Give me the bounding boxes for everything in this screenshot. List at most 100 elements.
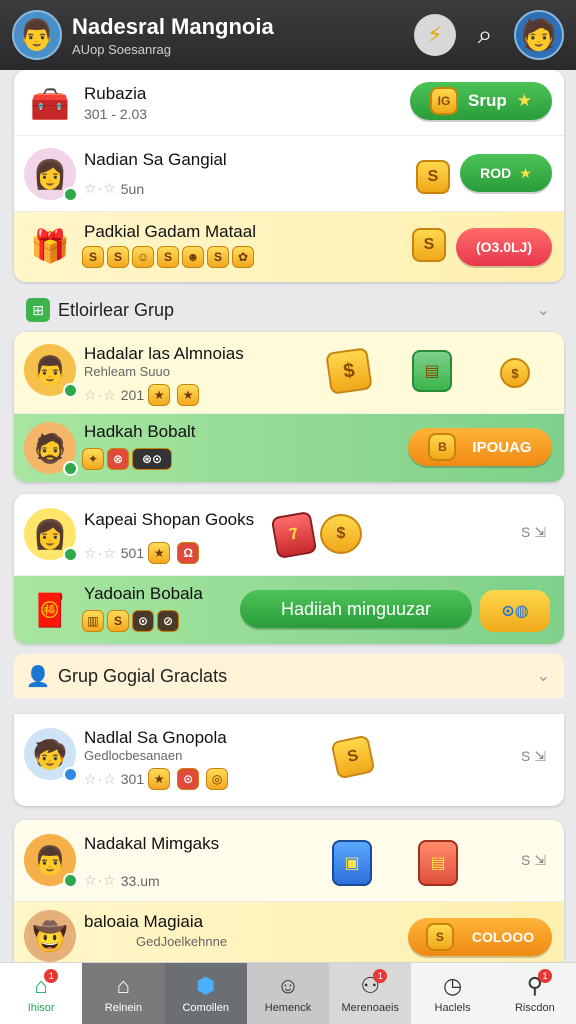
coin-icon: Ω	[177, 542, 200, 564]
smile-icon: ☺	[276, 973, 300, 998]
star-icon: ★	[148, 768, 171, 790]
avatar: 👩	[24, 508, 78, 562]
coin-icon: S	[207, 246, 229, 268]
nav-haclels[interactable]: ◷ Haclels	[411, 963, 493, 1024]
list-item[interactable]: 👩 Nadian Sa Gangial ☆·☆ 5un S ROD ★	[14, 136, 564, 212]
nav-riscdon[interactable]: ⚲ Riscdon 1	[494, 963, 576, 1024]
item-name: Padkial Gadam Mataal	[84, 222, 256, 241]
list-item[interactable]: 🎁 Padkial Gadam Mataal S S ☺ S ☻ S ✿ S (O3.0LJ…	[14, 212, 564, 282]
item-name: Kapeai Shopan Gooks	[84, 510, 255, 529]
reward-icons: ▥ S ⊙ ⊘	[82, 610, 182, 632]
claim-button[interactable]: (O3.0LJ)	[456, 228, 552, 266]
coin-icon: ✦	[82, 448, 104, 470]
coin-icon: S	[412, 228, 446, 262]
claim-button[interactable]: B IPOUAG	[408, 428, 552, 466]
coin-icon: ⊙	[132, 610, 154, 632]
search-icon[interactable]: ⌕	[464, 14, 506, 56]
chevron-right-icon[interactable]: S ⇲	[521, 852, 546, 869]
rating-stars: ☆·☆	[84, 180, 117, 196]
top-app-bar: 👨 Nadesral Mangnoia AUop Soesanrag ⚡ ⌕ 🧑	[0, 0, 576, 70]
item-sub: GedJoelkehnne	[136, 934, 228, 949]
group-card: 👨 Nadakal Mimgaks ☆·☆ 33.um ▣ ▤ S ⇲ 🤠 bal…	[14, 820, 564, 962]
coin-icon: B	[428, 433, 457, 461]
profile-avatar[interactable]: 👨	[12, 10, 62, 60]
coin-icon: S	[157, 246, 179, 268]
chevron-right-icon[interactable]: S ⇲	[521, 748, 546, 765]
content-feed[interactable]: 🧰 Rubazia 301 - 2.03 IG Srup ★ 👩 Nadian …	[0, 70, 576, 962]
gift-box-icon: 7	[270, 510, 318, 560]
app-subtitle: AUop Soesanrag	[72, 41, 172, 57]
item-meta: ☆·☆ 501 ★ Ω	[84, 542, 202, 564]
header-text: Nadesral Mangnoia AUop Soesanrag	[72, 14, 414, 57]
section-header[interactable]: 👤 Grup Gogial Graclats ⌄	[14, 654, 564, 698]
avatar: 👨	[24, 344, 78, 398]
nav-merenoaeis[interactable]: ⚇ Merenoaeis 1	[329, 963, 412, 1024]
section-header[interactable]: ⊞ Etloirlear Grup ⌄	[14, 288, 564, 332]
chevron-down-icon[interactable]: ⌄	[537, 300, 550, 320]
nav-home[interactable]: ⌂ Ihisor 1	[0, 963, 83, 1024]
claim-button[interactable]: S COLOOO	[408, 918, 552, 956]
item-name: Hadkah Bobalt	[84, 422, 196, 441]
chat-bubble-icon[interactable]: ⊙◍	[480, 590, 550, 632]
nav-comollen[interactable]: ⬢ Comollen	[164, 963, 247, 1024]
list-item[interactable]: 🧧 Yadoain Bobala ▥ S ⊙ ⊘ Hadiiah minguuzar …	[14, 576, 564, 644]
list-item[interactable]: 👨 Nadakal Mimgaks ☆·☆ 33.um ▣ ▤ S ⇲	[14, 820, 564, 902]
coin-icon: ⊗	[107, 448, 129, 470]
nav-label: Haclels	[434, 1002, 471, 1014]
join-button[interactable]: IG Srup ★	[410, 82, 552, 120]
treasure-chest-icon: 🧰	[30, 86, 70, 122]
coin-icon: $	[500, 358, 530, 388]
nav-label: Merenoaeis	[341, 1002, 399, 1014]
rating-stars: ☆·☆	[84, 544, 117, 561]
nav-hemenck[interactable]: ☺ Hemenck	[246, 963, 330, 1024]
clock-icon: ◷	[442, 973, 463, 998]
tablet-icon: ▤	[418, 840, 458, 886]
reward-button[interactable]: Hadiiah minguuzar	[240, 590, 472, 628]
reward-button[interactable]: ROD ★	[460, 154, 552, 192]
star-icon: ★	[148, 384, 171, 406]
group-card: 🧰 Rubazia 301 - 2.03 IG Srup ★ 👩 Nadian …	[14, 70, 564, 282]
item-meta: ☆·☆ 201 ★ ★	[84, 384, 202, 406]
nav-relnein[interactable]: ⌂ Relnein	[82, 963, 165, 1024]
coin-icon: ☻	[182, 246, 204, 268]
nav-label: Riscdon	[514, 1002, 555, 1014]
coin-icon: S	[107, 246, 129, 268]
item-name: Hadalar las Almnoias	[84, 344, 244, 363]
coin-icon: ◎	[206, 768, 229, 790]
chevron-right-icon[interactable]: S ⇲	[521, 524, 546, 541]
notification-badge: 1	[537, 969, 552, 983]
notification-badge: 1	[44, 969, 59, 983]
coin-icon: ⊙	[177, 768, 200, 790]
bottom-navigation: ⌂ Ihisor 1 ⌂ Relnein ⬢ Comollen ☺ Hemenc…	[0, 962, 576, 1024]
item-name: Yadoain Bobala	[84, 584, 203, 603]
list-item[interactable]: 🤠 baloaia Magiaia GedJoelkehnne S COLOOO	[14, 902, 564, 962]
avatar: 🤠	[24, 910, 76, 962]
coin-icon: S	[416, 160, 450, 194]
coin-icon: IG	[430, 87, 458, 115]
coin-icon: ✿	[232, 246, 254, 268]
list-item[interactable]: 🧔 Hadkah Bobalt ✦ ⊗ ⊛⊙ B IPOUAG	[14, 414, 564, 482]
avatar: 🧒	[24, 728, 78, 782]
nav-label: Hemenck	[264, 1002, 312, 1014]
user-avatar[interactable]: 🧑	[514, 10, 564, 60]
online-badge	[63, 873, 78, 888]
coin-icon: S	[425, 923, 454, 951]
section-title: Etloirlear Grup	[58, 299, 175, 320]
chevron-down-icon[interactable]: ⌄	[537, 666, 550, 686]
star-icon: ★	[519, 164, 532, 181]
item-name: Nadakal Mimgaks	[84, 834, 220, 853]
group-card: 👩 Kapeai Shopan Gooks ☆·☆ 501 ★ Ω 7 $ S ⇲ 🧧…	[14, 494, 564, 644]
coin-icon: ★	[177, 384, 200, 406]
list-item[interactable]: 🧒 Nadlal Sa Gnopola Gedlocbesanaen ☆·☆ 30…	[14, 714, 564, 806]
online-badge	[63, 187, 78, 202]
bolt-icon[interactable]: ⚡	[414, 14, 456, 56]
app-title: Nadesral Mangnoia	[72, 13, 274, 39]
group-card: 🧒 Nadlal Sa Gnopola Gedlocbesanaen ☆·☆ 30…	[14, 714, 564, 806]
item-sub: ☆·☆ 5un	[84, 180, 145, 197]
item-name: Rubazia	[84, 84, 147, 103]
online-badge	[63, 461, 78, 476]
list-item[interactable]: 👨 Hadalar las Almnoias Rehleam Suuo ☆·☆ 2…	[14, 332, 564, 414]
list-item[interactable]: 🧰 Rubazia 301 - 2.03 IG Srup ★	[14, 70, 564, 136]
list-item[interactable]: 👩 Kapeai Shopan Gooks ☆·☆ 501 ★ Ω 7 $ S ⇲	[14, 494, 564, 576]
avatar: 👤	[25, 665, 51, 688]
